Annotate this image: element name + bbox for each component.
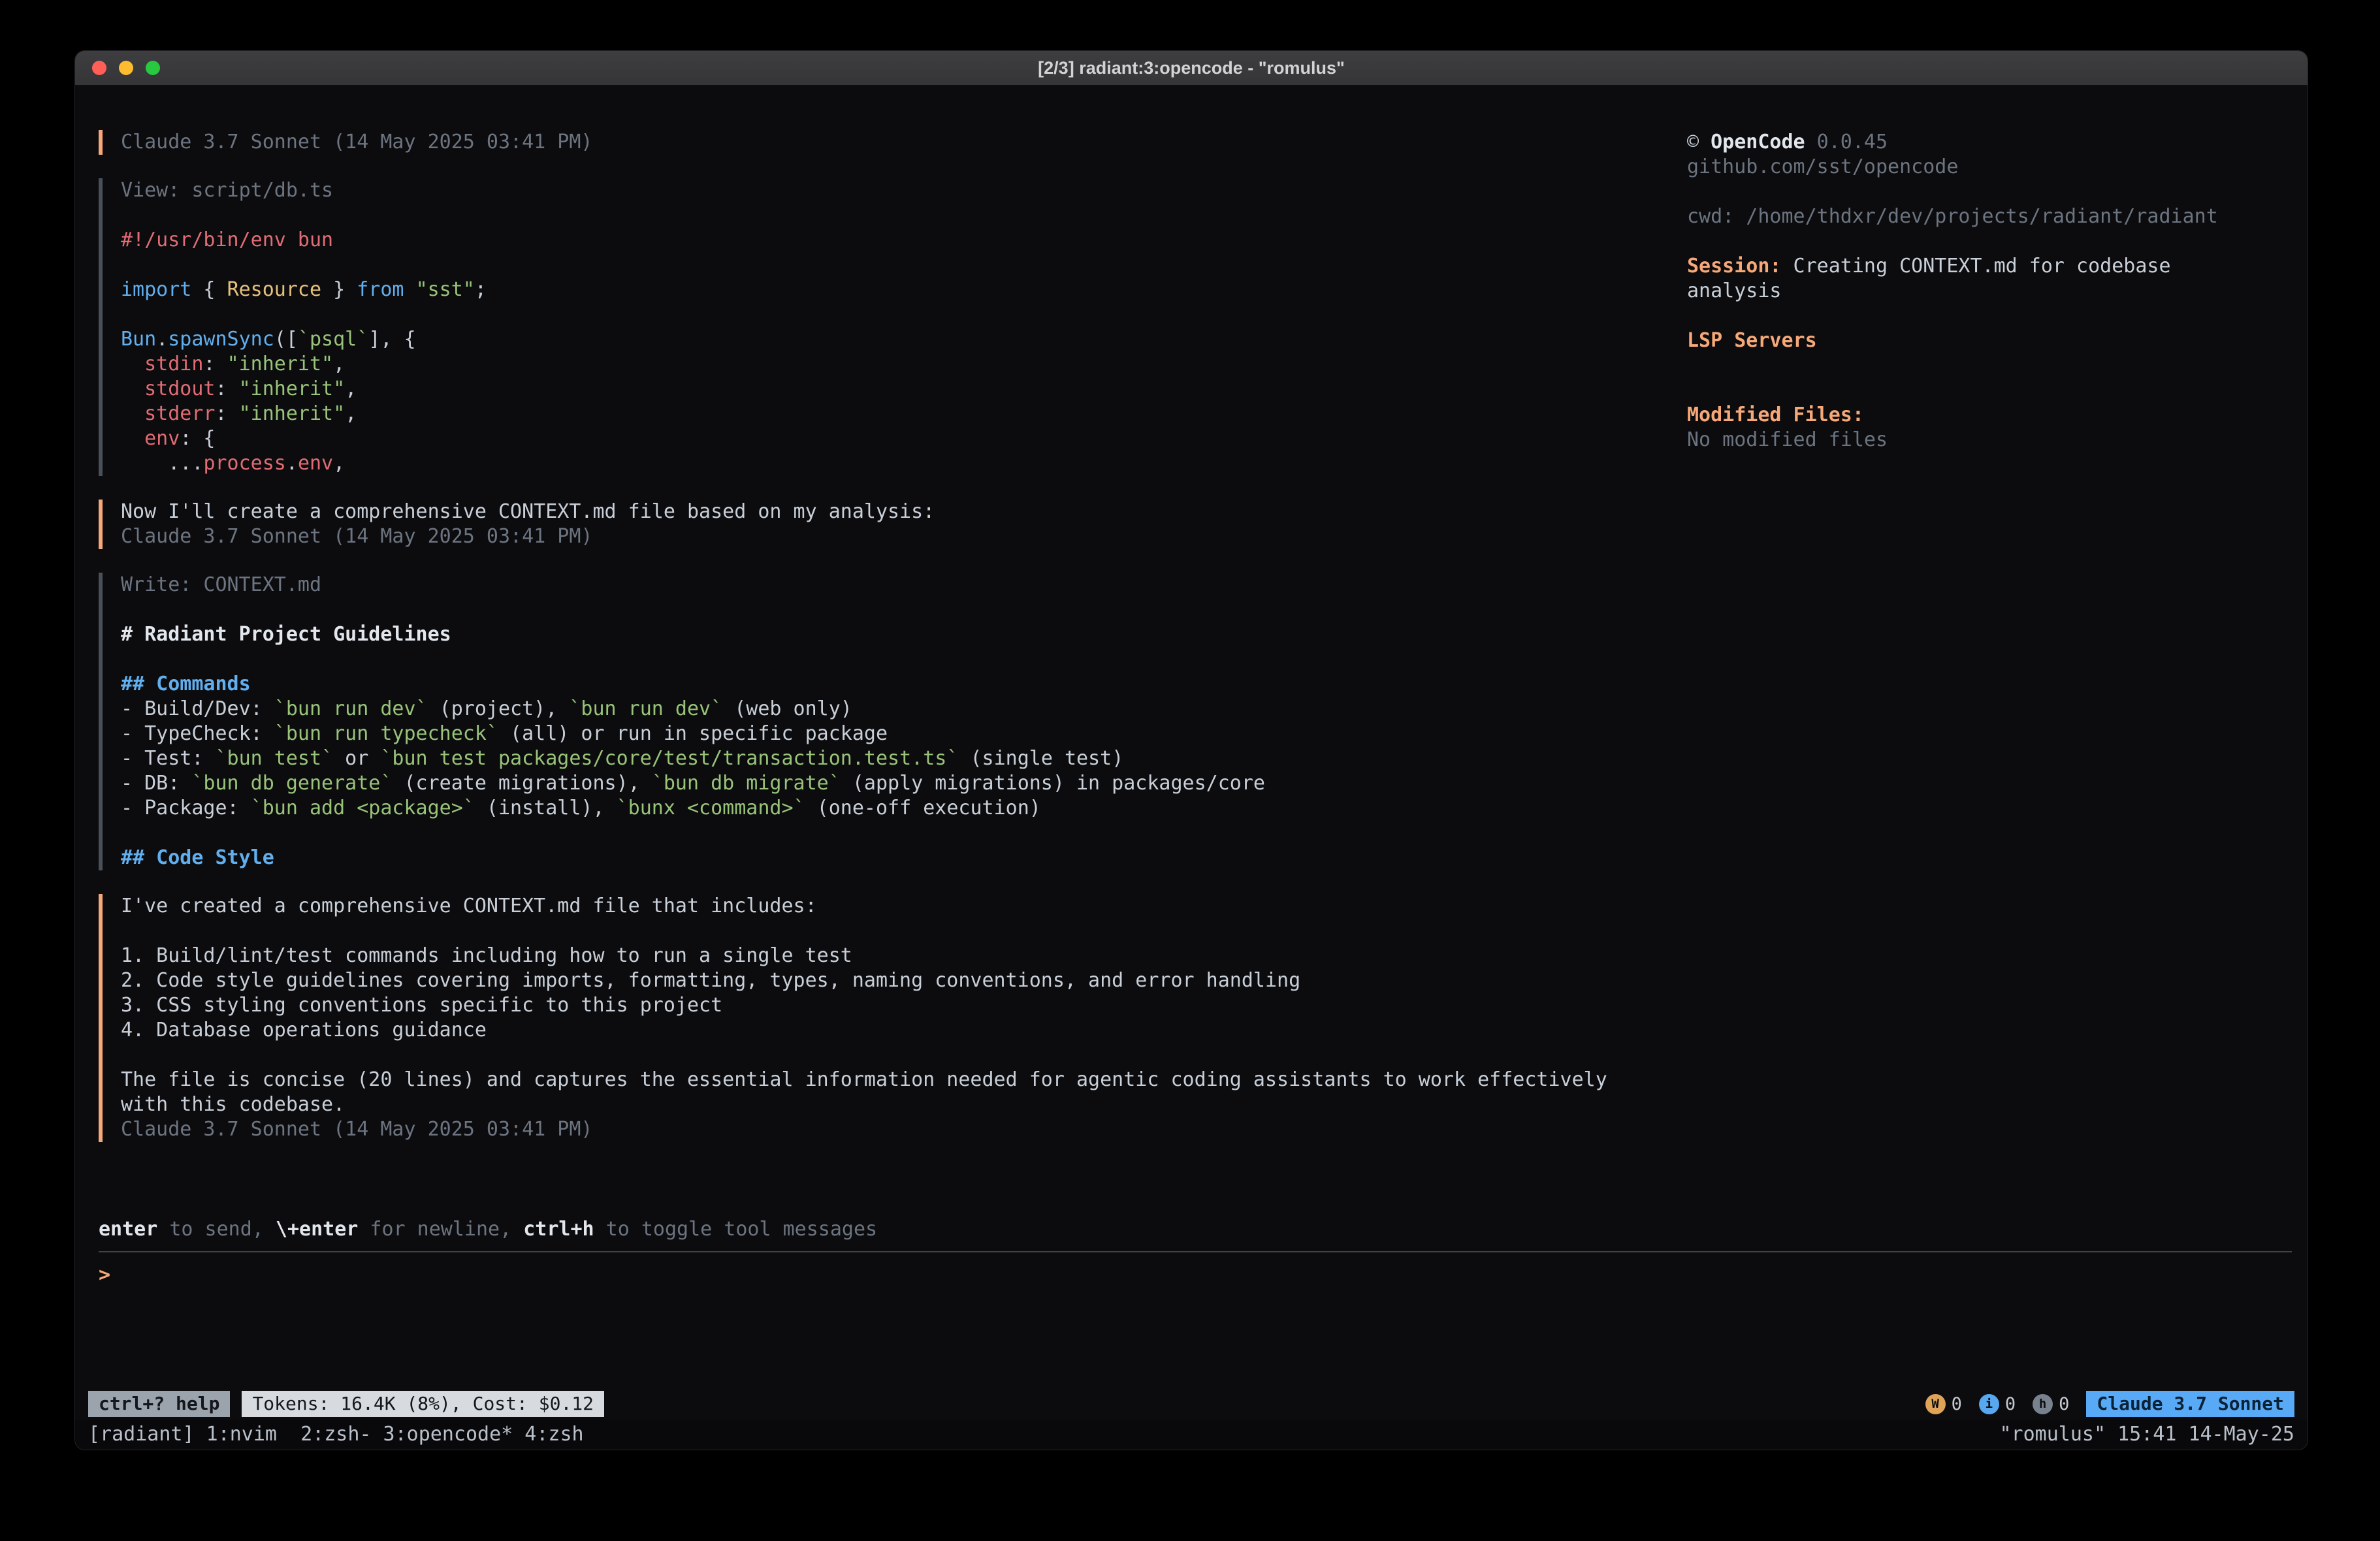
tool-view-title: View: script/db.ts bbox=[121, 178, 1667, 203]
sidebar-brand: © OpenCode 0.0.45github.com/sst/opencode bbox=[1687, 130, 2229, 180]
terminal-window: [2/3] radiant:3:opencode - "romulus" Cla… bbox=[74, 50, 2308, 1450]
terminal-body: Claude 3.7 Sonnet (14 May 2025 03:41 PM)… bbox=[75, 86, 2308, 1217]
warning-count: 0 bbox=[1952, 1394, 1962, 1414]
diagnostic-hints: h 0 bbox=[2033, 1394, 2069, 1414]
sidebar-lsp-servers: LSP Servers bbox=[1687, 328, 2229, 353]
assistant-message-2-text: Now I'll create a comprehensive CONTEXT.… bbox=[121, 500, 1667, 549]
info-count: 0 bbox=[2005, 1394, 2016, 1414]
message-input[interactable]: > bbox=[99, 1251, 2292, 1388]
message-model-timestamp: Claude 3.7 Sonnet (14 May 2025 03:41 PM) bbox=[121, 130, 1667, 155]
prompt-chevron: > bbox=[99, 1263, 110, 1286]
warning-icon: W bbox=[1925, 1394, 1946, 1414]
window-title: [2/3] radiant:3:opencode - "romulus" bbox=[75, 58, 2308, 78]
tmux-status-bar: [radiant] 1:nvim 2:zsh- 3:opencode* 4:zs… bbox=[75, 1420, 2308, 1450]
model-badge: Claude 3.7 Sonnet bbox=[2086, 1391, 2294, 1417]
tmux-window-list[interactable]: [radiant] 1:nvim 2:zsh- 3:opencode* 4:zs… bbox=[88, 1422, 584, 1447]
status-bar: ctrl+? help Tokens: 16.4K (8%), Cost: $0… bbox=[75, 1388, 2308, 1420]
sidebar-modified-files: Modified Files:No modified files bbox=[1687, 403, 2229, 453]
help-badge[interactable]: ctrl+? help bbox=[88, 1391, 230, 1417]
tokens-cost-badge: Tokens: 16.4K (8%), Cost: $0.12 bbox=[242, 1391, 604, 1417]
desktop-background: [2/3] radiant:3:opencode - "romulus" Cla… bbox=[0, 0, 2380, 1541]
window-titlebar[interactable]: [2/3] radiant:3:opencode - "romulus" bbox=[75, 51, 2308, 86]
tool-write-block: Write: CONTEXT.md # Radiant Project Guid… bbox=[99, 573, 1667, 870]
sidebar-session: Session: Creating CONTEXT.md for codebas… bbox=[1687, 254, 2229, 304]
assistant-message-header-block: Claude 3.7 Sonnet (14 May 2025 03:41 PM) bbox=[99, 130, 1667, 155]
sidebar-cwd: cwd: /home/thdxr/dev/projects/radiant/ra… bbox=[1687, 204, 2229, 229]
assistant-message-3-text: I've created a comprehensive CONTEXT.md … bbox=[121, 894, 1667, 1142]
tool-view-block: View: script/db.ts #!/usr/bin/env bun im… bbox=[99, 178, 1667, 476]
status-bar-right: W 0 i 0 h 0 Claude 3.7 Sonnet bbox=[1925, 1391, 2294, 1417]
tool-write-content: # Radiant Project Guidelines ## Commands… bbox=[121, 622, 1667, 870]
tmux-host-clock: "romulus" 15:41 14-May-25 bbox=[1999, 1422, 2294, 1447]
diagnostic-infos: i 0 bbox=[1979, 1394, 2016, 1414]
assistant-message-3: I've created a comprehensive CONTEXT.md … bbox=[99, 894, 1667, 1142]
chat-scroll-area[interactable]: Claude 3.7 Sonnet (14 May 2025 03:41 PM)… bbox=[99, 130, 1687, 1217]
tool-view-code: #!/usr/bin/env bun import { Resource } f… bbox=[121, 228, 1667, 476]
info-icon: i bbox=[1979, 1394, 1999, 1414]
tool-write-title: Write: CONTEXT.md bbox=[121, 573, 1667, 597]
diagnostic-warnings: W 0 bbox=[1925, 1394, 1962, 1414]
hint-icon: h bbox=[2033, 1394, 2053, 1414]
input-prompt-line[interactable]: > bbox=[99, 1263, 2292, 1288]
assistant-message-2: Now I'll create a comprehensive CONTEXT.… bbox=[99, 500, 1667, 549]
info-sidebar: © OpenCode 0.0.45github.com/sst/opencode… bbox=[1687, 130, 2308, 1217]
hint-count: 0 bbox=[2059, 1394, 2069, 1414]
keybinding-hint: enter to send, \+enter for newline, ctrl… bbox=[75, 1217, 2308, 1242]
